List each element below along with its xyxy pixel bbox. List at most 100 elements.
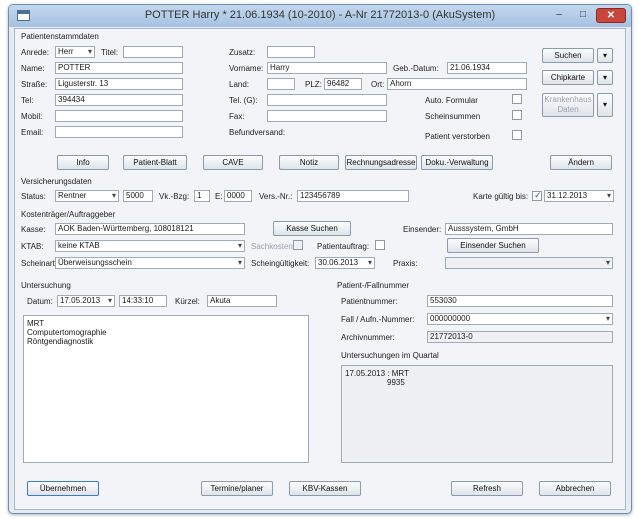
maximize-button[interactable]: □	[572, 8, 594, 23]
cave-button[interactable]: CAVE	[203, 155, 263, 170]
kbv-kassen-button[interactable]: KBV-Kassen	[289, 481, 361, 496]
fallnummer-select[interactable]: 000000000	[427, 313, 613, 325]
tel-label: Tel:	[21, 96, 34, 105]
vknr-input[interactable]: 1	[194, 190, 210, 202]
minimize-button[interactable]: ‒	[547, 8, 571, 23]
window-title: POTTER Harry * 21.06.1934 (10-2010) - A-…	[144, 9, 496, 21]
plz-input[interactable]: 96482	[324, 78, 362, 90]
list-item[interactable]: Computertomographie	[27, 328, 305, 337]
tel-input[interactable]: 394434	[55, 94, 183, 106]
email-label: Email:	[21, 128, 44, 137]
patient-blatt-button[interactable]: Patient-Blatt	[123, 155, 187, 170]
krankenhaus-dropdown-button[interactable]: ▾	[597, 93, 613, 117]
verstorben-label: Patient verstorben	[425, 132, 490, 141]
quartal-list[interactable]: 17.05.2013 : MRT 9935	[341, 365, 613, 463]
sachkosten-checkbox[interactable]	[293, 240, 303, 250]
praxis-label: Praxis:	[393, 259, 418, 268]
praxis-select[interactable]	[445, 257, 613, 269]
telg-input[interactable]	[267, 94, 387, 106]
suchen-button[interactable]: Suchen	[542, 48, 594, 63]
kasse-input[interactable]: AOK Baden-Württemberg, 108018121	[55, 223, 245, 235]
notiz-button[interactable]: Notiz	[279, 155, 339, 170]
close-button[interactable]: ✕	[596, 8, 626, 23]
patientnummer-input[interactable]: 553030	[427, 295, 613, 307]
kuerzel-input[interactable]: Akuta	[207, 295, 277, 307]
kuerzel-label: Kürzel:	[175, 297, 200, 306]
titel-input[interactable]	[123, 46, 183, 58]
fax-input[interactable]	[267, 110, 387, 122]
email-input[interactable]	[55, 126, 183, 138]
vorname-input[interactable]: Harry	[267, 62, 387, 74]
patientauftrag-checkbox[interactable]	[375, 240, 385, 250]
termineplaner-button[interactable]: Termine/planer	[201, 481, 273, 496]
doku-verwaltung-button[interactable]: Doku.-Verwaltung	[421, 155, 493, 170]
zusatz-label: Zusatz:	[229, 48, 256, 57]
untersuchung-list[interactable]: MRT Computertomographie Röntgendiagnosti…	[23, 315, 309, 463]
abbrechen-button[interactable]: Abbrechen	[539, 481, 611, 496]
info-button[interactable]: Info	[57, 155, 109, 170]
versnr-label: Vers.-Nr.:	[259, 192, 293, 201]
scheinsummen-checkbox[interactable]	[512, 110, 522, 120]
dialog-body: Patientenstammdaten Anrede: Herr Titel: …	[14, 28, 626, 510]
scheingueltigkeit-label: Scheingültigkeit:	[251, 259, 310, 268]
ort-input[interactable]: Ahorn	[387, 78, 527, 90]
name-input[interactable]: POTTER	[55, 62, 183, 74]
karte-gueltig-date[interactable]: 31.12.2013	[544, 190, 614, 202]
versnr-input[interactable]: 123456789	[297, 190, 409, 202]
auto-formular-checkbox[interactable]	[512, 94, 522, 104]
section-patient: Patientenstammdaten	[21, 32, 99, 41]
gebdatum-input[interactable]: 21.06.1934	[447, 62, 527, 74]
title-bar[interactable]: POTTER Harry * 21.06.1934 (10-2010) - A-…	[9, 5, 631, 27]
untersuchung-zeit[interactable]: 14:33:10	[119, 295, 167, 307]
chipkarte-button[interactable]: Chipkarte	[542, 70, 594, 85]
status-label: Status:	[21, 192, 46, 201]
ort-label: Ort:	[371, 80, 385, 89]
section-fallnummer: Patient-/Fallnummer	[337, 281, 410, 290]
suchen-dropdown-button[interactable]: ▾	[597, 48, 613, 63]
uebernehmen-button[interactable]: Übernehmen	[27, 481, 99, 496]
aendern-button[interactable]: Ändern	[550, 155, 612, 170]
section-untersuchung: Untersuchung	[21, 281, 71, 290]
archivnummer-label: Archivnummer:	[341, 333, 395, 342]
list-item[interactable]: Röntgendiagnostik	[27, 337, 305, 346]
zusatz-input[interactable]	[267, 46, 315, 58]
quartal-label: Untersuchungen im Quartal	[341, 351, 439, 360]
kasse-suchen-button[interactable]: Kasse Suchen	[273, 221, 351, 236]
main-window: POTTER Harry * 21.06.1934 (10-2010) - A-…	[8, 4, 632, 514]
scheingueltigkeit-date[interactable]: 30.06.2013	[315, 257, 375, 269]
list-item: 17.05.2013 : MRT	[345, 369, 409, 378]
list-item[interactable]: MRT	[27, 319, 305, 328]
untersuchung-datum[interactable]: 17.05.2013	[57, 295, 115, 307]
land-label: Land:	[229, 80, 250, 89]
e-input[interactable]: 0000	[224, 190, 252, 202]
sachkosten-label: Sachkosten:	[251, 242, 296, 251]
refresh-button[interactable]: Refresh	[451, 481, 523, 496]
status-select[interactable]: Rentner	[55, 190, 119, 202]
vknr-label: Vk.-Bzg:	[159, 192, 190, 201]
krankenhaus-daten-button[interactable]: Krankenhaus Daten	[542, 93, 594, 117]
verstorben-checkbox[interactable]	[512, 130, 522, 140]
scheinart-label: Scheinart:	[21, 259, 58, 268]
chipkarte-dropdown-button[interactable]: ▾	[597, 70, 613, 85]
mobil-input[interactable]	[55, 110, 183, 122]
plz-label: PLZ:	[305, 80, 322, 89]
e-label: E:	[215, 192, 223, 201]
auto-formular-label: Auto. Formular	[425, 96, 478, 105]
anrede-select[interactable]: Herr	[55, 46, 95, 58]
einsender-label: Einsender:	[403, 225, 442, 234]
datum-label: Datum:	[27, 297, 53, 306]
strasse-input[interactable]: Ligusterstr. 13	[55, 78, 183, 90]
einsender-input[interactable]: Ausssystem, GmbH	[445, 223, 613, 235]
land-input[interactable]	[267, 78, 295, 90]
ktab-label: KTAB:	[21, 242, 44, 251]
karte-gueltig-checkbox[interactable]	[532, 190, 542, 201]
status-code-input[interactable]: 5000	[123, 190, 153, 202]
rechnungsadresse-button[interactable]: Rechnungsadresse	[345, 155, 417, 170]
patientnummer-label: Patientnummer:	[341, 297, 398, 306]
scheinart-select[interactable]: Überweisungsschein	[55, 257, 245, 269]
scheinsummen-label: Scheinsummen	[425, 112, 481, 121]
anrede-label: Anrede:	[21, 48, 50, 57]
ktab-select[interactable]: keine KTAB	[55, 240, 245, 252]
telg-label: Tel. (G):	[229, 96, 258, 105]
einsender-suchen-button[interactable]: Einsender Suchen	[447, 238, 539, 253]
